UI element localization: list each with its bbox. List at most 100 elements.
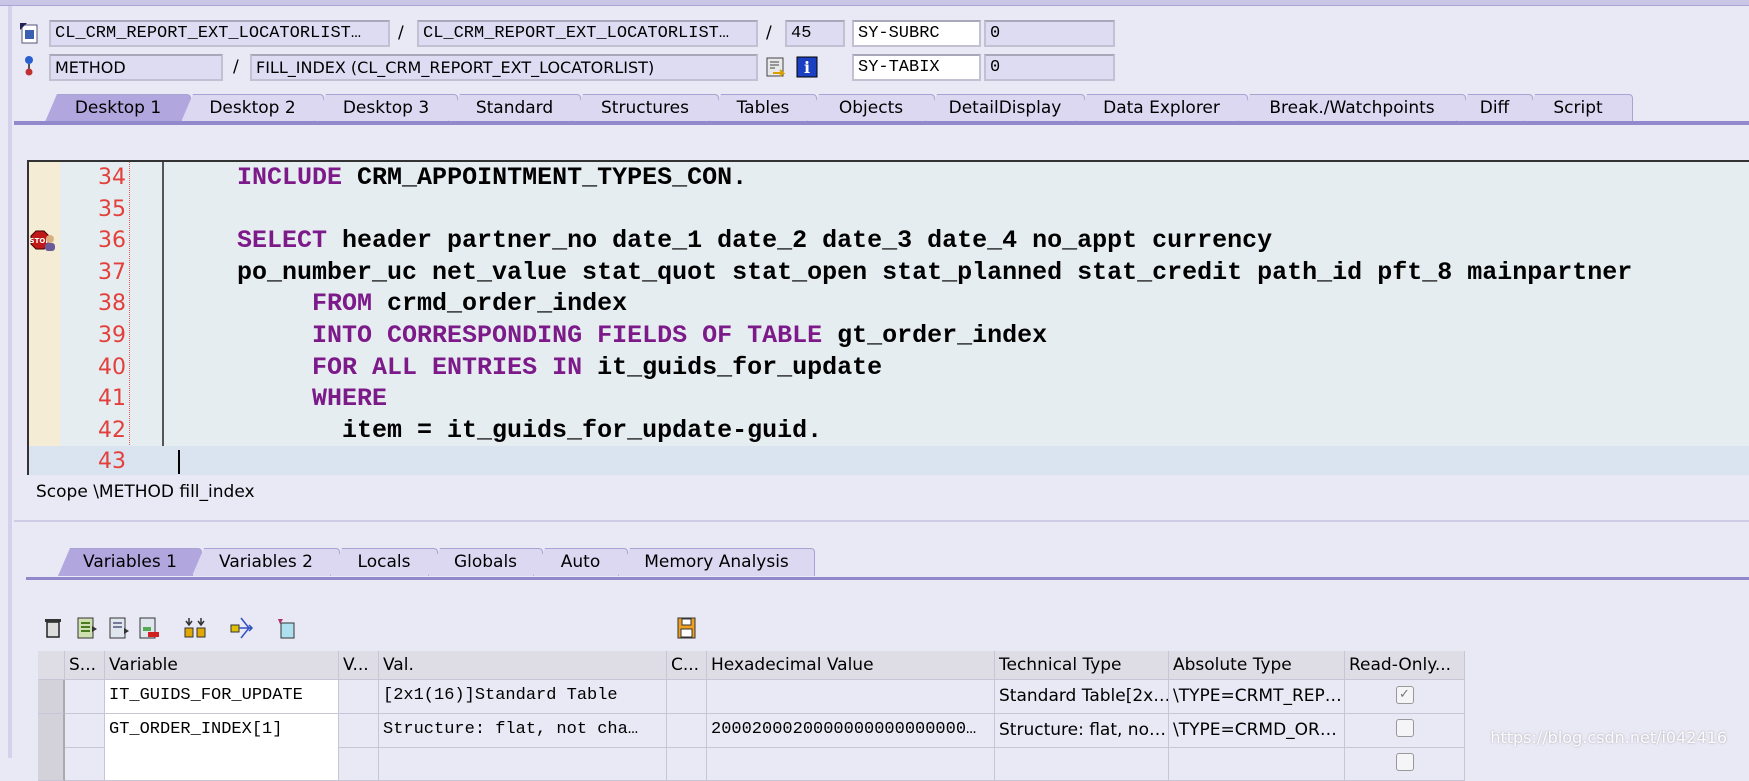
event-type-field[interactable]: METHOD bbox=[49, 54, 223, 81]
breakpoint-icon[interactable]: STOP bbox=[29, 229, 57, 253]
tab-locals[interactable]: Locals bbox=[330, 548, 438, 576]
tab-globals[interactable]: Globals bbox=[428, 548, 543, 576]
cell-readonly[interactable] bbox=[1345, 713, 1465, 748]
navigate-icon[interactable] bbox=[229, 617, 254, 639]
column-header-variable[interactable]: Variable bbox=[105, 651, 339, 680]
tab-diff[interactable]: Diff bbox=[1456, 94, 1533, 122]
table-row[interactable]: IT_GUIDS_FOR_UPDATE [2x1(16)]Standard Tab… bbox=[38, 680, 1465, 714]
cell-variable[interactable] bbox=[105, 747, 339, 781]
tab-standard[interactable]: Standard bbox=[448, 94, 581, 122]
code-line: 43 bbox=[29, 446, 1749, 475]
info-icon[interactable]: i bbox=[796, 56, 818, 78]
tab-tables[interactable]: Tables bbox=[709, 94, 817, 122]
tab-detaildisplay[interactable]: DetailDisplay bbox=[925, 94, 1085, 122]
code-token: item = it_guids_for_update-guid. bbox=[207, 415, 823, 445]
line-number: 37 bbox=[98, 259, 126, 285]
cell-variable[interactable]: IT_GUIDS_FOR_UPDATE bbox=[105, 680, 339, 714]
left-border bbox=[8, 6, 12, 758]
sort-icon[interactable] bbox=[184, 617, 206, 639]
keyword: FROM bbox=[312, 289, 373, 319]
column-header-technical-type[interactable]: Technical Type bbox=[995, 651, 1169, 680]
save-icon[interactable] bbox=[676, 617, 698, 639]
cell-abs: \TYPE=CRMD_OR… bbox=[1169, 713, 1345, 748]
cell-abs: \TYPE=CRMT_REP… bbox=[1169, 680, 1345, 714]
window-top-border bbox=[0, 0, 1749, 6]
read-only-checkbox[interactable] bbox=[1395, 719, 1414, 738]
sysvar-field-2[interactable]: SY-TABIX bbox=[852, 54, 981, 81]
line-number: 38 bbox=[98, 291, 126, 317]
tab-desktop-1[interactable]: Desktop 1 bbox=[45, 94, 191, 122]
program-field[interactable]: CL_CRM_REPORT_EXT_LOCATORLIST… bbox=[49, 20, 390, 47]
code-line: 42 item = it_guids_for_update-guid. bbox=[29, 415, 1749, 447]
table-row[interactable] bbox=[38, 747, 1465, 781]
column-header-s[interactable]: S... bbox=[65, 651, 105, 680]
navigate-to-source-icon[interactable] bbox=[765, 56, 787, 78]
column-header-read-only[interactable]: Read-Only... bbox=[1345, 651, 1465, 680]
read-only-checkbox[interactable] bbox=[1395, 752, 1414, 771]
tab-memory-analysis[interactable]: Memory Analysis bbox=[618, 548, 815, 576]
tab-data-explorer[interactable]: Data Explorer bbox=[1075, 94, 1248, 122]
cell-empty bbox=[339, 713, 379, 748]
include-field[interactable]: CL_CRM_REPORT_EXT_LOCATORLIST… bbox=[417, 20, 758, 47]
new-tool-icon[interactable] bbox=[276, 617, 298, 639]
svg-text:i: i bbox=[804, 58, 810, 77]
sysval-field-2[interactable]: 0 bbox=[984, 54, 1115, 81]
delete-row-icon[interactable] bbox=[138, 617, 160, 639]
cell-empty bbox=[339, 680, 379, 714]
row-selector[interactable] bbox=[38, 713, 65, 748]
tab-auto[interactable]: Auto bbox=[533, 548, 628, 576]
pane-divider[interactable] bbox=[14, 520, 1749, 522]
code-text: FOR ALL ENTRIES IN it_guids_for_update bbox=[207, 352, 882, 384]
keyword: SELECT bbox=[237, 226, 328, 256]
tab-break-watchpoints[interactable]: Break./Watchpoints bbox=[1238, 94, 1466, 122]
tab-script[interactable]: Script bbox=[1523, 94, 1633, 122]
code-text: FROM crmd_order_index bbox=[207, 288, 627, 320]
tab-bar-underline bbox=[14, 121, 1749, 125]
tab-variables-2[interactable]: Variables 2 bbox=[192, 548, 340, 576]
read-only-checkbox[interactable]: ✓ bbox=[1395, 685, 1414, 704]
program-icon bbox=[18, 22, 40, 44]
code-token: gt_order_index bbox=[822, 321, 1048, 350]
sysvar-field-1[interactable]: SY-SUBRC bbox=[852, 20, 981, 47]
append-row-icon[interactable] bbox=[108, 617, 130, 639]
cell-empty bbox=[65, 713, 105, 748]
sysval-field-1[interactable]: 0 bbox=[984, 20, 1115, 47]
cell-readonly[interactable] bbox=[1345, 747, 1465, 781]
delete-icon[interactable] bbox=[42, 617, 64, 639]
tab-variables-1[interactable]: Variables 1 bbox=[58, 548, 202, 576]
cell-variable[interactable]: GT_ORDER_INDEX[1] bbox=[105, 713, 339, 748]
code-line: 38 FROM crmd_order_index bbox=[29, 288, 1749, 320]
row-selector-header[interactable] bbox=[38, 651, 65, 680]
cell-empty bbox=[339, 747, 379, 781]
table-row[interactable]: GT_ORDER_INDEX[1] Structure: flat, not ch… bbox=[38, 713, 1465, 748]
column-header-absolute-type[interactable]: Absolute Type bbox=[1169, 651, 1345, 680]
row-selector[interactable] bbox=[38, 747, 65, 781]
column-header-c[interactable]: C... bbox=[667, 651, 707, 680]
line-number: 35 bbox=[98, 196, 126, 222]
tab-desktop-2[interactable]: Desktop 2 bbox=[181, 94, 324, 122]
event-field[interactable]: FILL_INDEX (CL_CRM_REPORT_EXT_LOCATORLIS… bbox=[250, 54, 758, 81]
code-editor[interactable]: 34 INCLUDE CRM_APPOINTMENT_TYPES_CON. 35 3… bbox=[27, 160, 1749, 475]
line-number: 42 bbox=[98, 417, 126, 443]
column-header-v[interactable]: V... bbox=[339, 651, 379, 680]
cell-empty bbox=[667, 747, 707, 781]
table-header: S... Variable V... Val. C... Hexadecimal Valu… bbox=[38, 651, 1465, 680]
row-selector[interactable] bbox=[38, 680, 65, 714]
keyword: INCLUDE bbox=[237, 163, 343, 192]
code-token: CRM_APPOINTMENT_TYPES_CON. bbox=[342, 163, 748, 192]
code-text: item = it_guids_for_update-guid. bbox=[207, 415, 822, 447]
code-text: po_number_uc net_value stat_quot stat_op… bbox=[207, 257, 1632, 289]
code-line: 36 STOP SELECT header partner_no date_1 d… bbox=[29, 225, 1749, 257]
keyword: FOR ALL ENTRIES IN bbox=[312, 352, 583, 382]
column-header-hexadecimal-value[interactable]: Hexadecimal Value bbox=[707, 651, 995, 680]
tab-structures[interactable]: Structures bbox=[571, 94, 719, 122]
line-number-field[interactable]: 45 bbox=[785, 20, 845, 47]
tab-objects[interactable]: Objects bbox=[807, 94, 935, 122]
tab-desktop-3[interactable]: Desktop 3 bbox=[314, 94, 458, 122]
insert-row-icon[interactable] bbox=[76, 617, 98, 639]
cell-value bbox=[379, 747, 667, 781]
column-header-val[interactable]: Val. bbox=[379, 651, 667, 680]
cell-readonly[interactable]: ✓ bbox=[1345, 680, 1465, 714]
